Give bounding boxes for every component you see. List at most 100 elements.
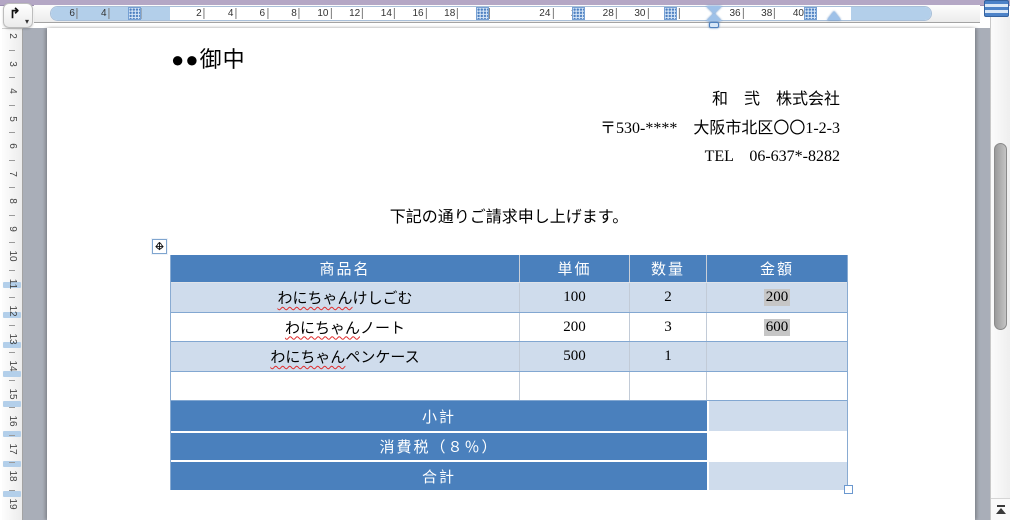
misspelled-text: わにちゃん (270, 350, 346, 366)
cell-product-name[interactable]: わにちゃん ペンケース (171, 342, 520, 371)
ruler-number: 10 (317, 8, 332, 19)
ruler-number: 6 (7, 143, 18, 149)
ruler-number: 6 (260, 8, 269, 19)
ruler-tick (9, 379, 15, 381)
table-column-marker-icon[interactable] (664, 7, 677, 20)
header-cell-unit-price[interactable]: 単価 (520, 255, 630, 282)
ruler-number: 13 (7, 332, 18, 345)
document-page[interactable]: ●●御中 和 弐 株式会社 〒530-**** 大阪市北区〇〇1-2-3 TEL… (47, 28, 975, 520)
indent-marker[interactable] (706, 6, 722, 28)
table-resize-handle[interactable] (844, 485, 853, 494)
ruler-tick (9, 434, 15, 436)
scroll-arrow-icon (997, 505, 1005, 507)
ruler-tick (9, 297, 15, 299)
cell-unit-price[interactable]: 200 (520, 313, 630, 341)
total-label[interactable]: 合計 (171, 462, 707, 490)
table-row: わにちゃん ノート 200 3 600 (171, 313, 847, 342)
invoice-table[interactable]: 商品名 単価 数量 金額 わにちゃん けしごむ 100 2 200 わにちゃん ノー… (170, 255, 848, 490)
cell-unit-price[interactable] (520, 372, 630, 400)
chevron-down-icon: ▾ (24, 17, 29, 26)
tax-label[interactable]: 消費税（８％） (171, 433, 707, 460)
cell-quantity[interactable]: 3 (630, 313, 707, 341)
vertical-ruler[interactable]: 2 3 4 5 6 7 8 9 10 11 12 13 14 15 16 17 18 19 (2, 28, 23, 520)
ruler-number: 3 (7, 60, 18, 67)
misspelled-text: わにちゃん (277, 291, 353, 307)
header-cell-amount[interactable]: 金額 (707, 255, 847, 282)
ruler-number: 5 (7, 115, 18, 122)
cell-amount[interactable]: 200 (707, 283, 847, 312)
ruler-tick (9, 104, 15, 106)
cell-amount[interactable] (707, 372, 847, 400)
ruler-tick (9, 489, 15, 491)
scroll-arrow-icon (996, 508, 1006, 514)
table-column-marker-icon[interactable] (128, 7, 141, 20)
split-pane-handle[interactable] (984, 0, 1009, 17)
tab-stop-icon: ↱ (9, 5, 21, 21)
cell-quantity[interactable] (630, 372, 707, 400)
cell-product-name[interactable] (171, 372, 520, 400)
ruler-tick (9, 407, 15, 409)
subtotal-row: 小計 (171, 401, 847, 431)
table-move-handle[interactable]: ↔ ↕ (152, 239, 167, 254)
ruler-number: 12 (349, 8, 364, 19)
recipient-line[interactable]: ●●御中 (171, 42, 246, 74)
sender-address[interactable]: 〒530-**** 大阪市北区〇〇1-2-3 (600, 115, 840, 144)
calculated-field[interactable]: 600 (763, 318, 791, 336)
subtotal-label[interactable]: 小計 (171, 401, 707, 431)
ruler-number: 18 (444, 8, 459, 19)
table-column-marker-icon[interactable] (476, 7, 489, 20)
cell-amount[interactable]: 600 (707, 313, 847, 341)
ruler-tick (9, 462, 15, 464)
ruler-number: 2 (196, 8, 205, 19)
subtotal-amount[interactable] (707, 401, 847, 431)
product-name-text: けしごむ (352, 291, 413, 307)
scrollbar-thumb[interactable] (994, 143, 1007, 330)
cell-product-name[interactable]: わにちゃん けしごむ (171, 283, 520, 312)
cell-quantity[interactable]: 1 (630, 342, 707, 371)
ruler-number: 11 (7, 278, 18, 289)
product-name-text: ノート (360, 320, 406, 337)
ruler-number: 6 (69, 8, 78, 19)
ruler-number: 15 (7, 387, 18, 400)
product-name-text: ペンケース (345, 350, 420, 366)
ruler-tick (9, 159, 15, 161)
table-header-row: 商品名 単価 数量 金額 (171, 255, 847, 283)
ruler-tick (9, 187, 15, 189)
table-row: わにちゃん ペンケース 500 1 (171, 342, 847, 372)
ruler-tick (9, 352, 15, 354)
header-cell-product-name[interactable]: 商品名 (171, 255, 520, 282)
vertical-scrollbar[interactable] (990, 17, 1010, 520)
hanging-indent-icon[interactable] (706, 13, 722, 21)
total-amount[interactable] (707, 462, 847, 490)
sender-company[interactable]: 和 弐 株式会社 (600, 86, 840, 115)
ruler-number: 4 (101, 8, 110, 19)
table-row: わにちゃん けしごむ 100 2 200 (171, 283, 847, 313)
ruler-number: 7 (7, 170, 18, 177)
ruler-number: 10 (7, 250, 18, 262)
ruler-number: 24 (539, 8, 554, 19)
sender-block[interactable]: 和 弐 株式会社 〒530-**** 大阪市北区〇〇1-2-3 TEL 06-6… (600, 86, 840, 172)
cell-quantity[interactable]: 2 (630, 283, 707, 312)
tax-row: 消費税（８％） (171, 431, 847, 460)
word-document-window: ↱ ▾ 64224681012141618202426283032363840 … (0, 0, 1010, 520)
right-indent-marker-icon[interactable] (827, 11, 841, 20)
sender-tel[interactable]: TEL 06-637*-8282 (600, 143, 840, 172)
left-indent-box-icon[interactable] (709, 22, 719, 28)
ruler-number: 16 (412, 8, 427, 19)
table-column-marker-icon[interactable] (572, 7, 585, 20)
move-arrows-icon: ↕ (154, 240, 165, 253)
cell-unit-price[interactable]: 100 (520, 283, 630, 312)
tax-amount[interactable] (707, 433, 847, 460)
cell-product-name[interactable]: わにちゃん ノート (171, 313, 520, 341)
tab-stop-selector-button[interactable]: ↱ ▾ (3, 3, 33, 28)
cell-unit-price[interactable]: 500 (520, 342, 630, 371)
cell-amount[interactable] (707, 342, 847, 371)
ruler-tick (9, 242, 15, 244)
ruler-tick (9, 77, 15, 79)
ruler-tick (9, 269, 15, 271)
scroll-top-of-page-button[interactable] (991, 498, 1010, 520)
calculated-field[interactable]: 200 (763, 289, 791, 306)
table-column-marker-icon[interactable] (804, 7, 817, 20)
request-line[interactable]: 下記の通りご請求申し上げます。 (170, 203, 848, 227)
header-cell-quantity[interactable]: 数量 (630, 255, 707, 282)
